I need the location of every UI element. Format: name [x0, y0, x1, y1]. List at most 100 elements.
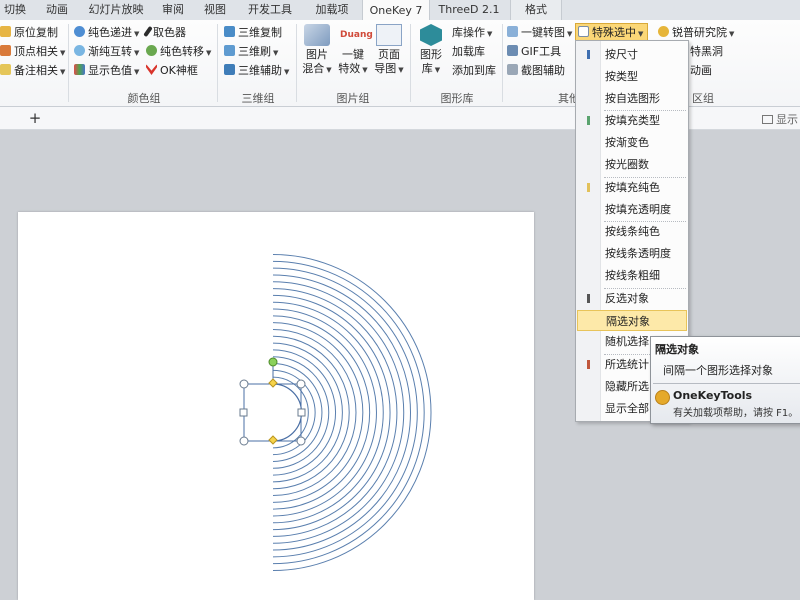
convert-to-image-button[interactable]: 一键转图 ▼ — [507, 24, 572, 42]
tab-onekey7[interactable]: OneKey 7 — [362, 0, 430, 21]
selected-arc[interactable] — [272, 383, 303, 442]
menu-item[interactable]: 按线条透明度 — [577, 243, 687, 264]
cube-icon — [224, 64, 235, 75]
image-group-label: 图片组 — [336, 92, 370, 105]
library-ops-button[interactable]: 库操作 ▼ — [452, 24, 492, 42]
menu-item[interactable]: 按尺寸 — [577, 44, 687, 65]
menu-item[interactable]: 按光圈数 — [577, 154, 687, 175]
gif-tool-label: GIF工具 — [521, 45, 562, 58]
animation-button[interactable]: 动画 — [690, 62, 712, 80]
group-divider — [68, 24, 69, 102]
menu-item-label: 按类型 — [605, 69, 638, 83]
menu-item[interactable]: 按线条纯色 — [577, 221, 687, 242]
animation-label: 动画 — [690, 64, 712, 77]
resize-handle-bl[interactable] — [239, 436, 249, 446]
resize-handle-br[interactable] — [296, 436, 306, 446]
show-color-value-button[interactable]: 显示色值 ▼ — [74, 62, 139, 80]
add-to-library-button[interactable]: 添加到库 — [452, 62, 496, 80]
tab-animations[interactable]: 动画 — [38, 0, 76, 20]
gif-icon — [507, 45, 518, 56]
color-picker-label: 取色器 — [153, 26, 186, 39]
gear-icon — [655, 390, 670, 405]
group-divider — [217, 24, 218, 102]
screenshot-icon — [507, 64, 518, 75]
menu-item[interactable]: 按填充透明度 — [577, 199, 687, 220]
tab-slideshow[interactable]: 幻灯片放映 — [84, 0, 148, 20]
3d-assist-button[interactable]: 三维辅助 ▼ — [224, 62, 289, 80]
menu-item-marker-icon — [587, 116, 590, 126]
tab-format[interactable]: 格式 — [510, 0, 562, 20]
image-blend-icon — [304, 24, 330, 46]
notes-label: 备注相关 — [14, 64, 58, 77]
resize-handle-right[interactable] — [297, 408, 306, 417]
load-library-button[interactable]: 加载库 — [452, 43, 485, 61]
menu-item[interactable]: 按线条粗细 — [577, 265, 687, 286]
adjust-handle-top[interactable] — [268, 378, 278, 388]
show-button[interactable]: 显示 — [762, 111, 798, 127]
screenshot-assist-button[interactable]: 截图辅助 — [507, 62, 565, 80]
ok-frame-button[interactable]: OK神框 — [146, 62, 198, 80]
resize-handle-left[interactable] — [239, 408, 248, 417]
resize-handle-tl[interactable] — [239, 379, 249, 389]
vertex-button[interactable]: 顶点相关 ▼ — [0, 43, 65, 61]
selection-box — [243, 383, 302, 442]
menu-item[interactable]: 按填充类型 — [577, 110, 687, 131]
menu-item[interactable]: 按类型 — [577, 66, 687, 87]
menu-item[interactable]: 按填充纯色 — [577, 177, 687, 198]
image-blend-label1: 图片 — [306, 48, 328, 61]
menu-item[interactable]: 隔选对象 — [577, 309, 687, 331]
3d-copy-button[interactable]: 三维复制 — [224, 24, 282, 42]
menu-item-label: 按线条纯色 — [605, 225, 660, 239]
group-divider — [410, 24, 411, 102]
ok-frame-icon — [146, 64, 157, 75]
ok-frame-label: OK神框 — [160, 64, 198, 77]
show-label: 显示 — [776, 113, 798, 126]
add-tab-button[interactable]: + — [26, 109, 44, 127]
show-color-value-label: 显示色值 — [88, 64, 132, 77]
adjust-handle-bottom[interactable] — [268, 435, 278, 445]
slide-canvas[interactable] — [18, 212, 534, 600]
copy-in-place-button[interactable]: 原位复制 — [0, 24, 58, 42]
menu-item-label: 按线条透明度 — [605, 247, 671, 261]
copy-icon — [0, 26, 11, 37]
tab-developer[interactable]: 开发工具 — [240, 0, 300, 20]
menu-item-label: 隐藏所选 — [605, 380, 649, 393]
menu-item[interactable]: 反选对象 — [577, 288, 687, 309]
menu-item-label: 反选对象 — [605, 291, 649, 305]
3d-brush-button[interactable]: 三维刷 ▼ — [224, 43, 278, 61]
tooltip-help: 有关加载项帮助，请按 F1。 — [673, 408, 799, 419]
menu-item[interactable]: 按渐变色 — [577, 132, 687, 153]
color-gradient-button[interactable]: 纯色递进 ▼ — [74, 24, 139, 42]
notes-button[interactable]: 备注相关 ▼ — [0, 62, 65, 80]
image-icon — [507, 26, 518, 37]
tab-transitions[interactable]: 切换 — [0, 0, 30, 20]
menu-item-marker-icon — [587, 360, 590, 370]
arc-ring — [272, 294, 391, 531]
gradient-convert-button[interactable]: 渐纯互转 ▼ — [74, 43, 139, 61]
page-map-label2: 导图 — [374, 62, 397, 75]
threed-group-label: 三维组 — [241, 92, 275, 105]
arc-ring — [272, 328, 357, 497]
blackhole-button[interactable]: 特黑洞 — [690, 43, 723, 61]
library-ops-label: 库操作 — [452, 26, 485, 39]
page-map-button[interactable]: 页面 导图 ▼ — [372, 24, 406, 77]
shape-library-button[interactable]: 图形 库 ▼ — [414, 24, 448, 77]
right-group-label: 区组 — [692, 92, 714, 105]
shape-library-label1: 图形 — [420, 48, 442, 61]
gif-tool-button[interactable]: GIF工具 — [507, 43, 561, 61]
one-click-effect-button[interactable]: Duang 一键 特效 ▼ — [336, 24, 373, 77]
rotation-handle[interactable] — [268, 357, 278, 367]
tab-view[interactable]: 视图 — [198, 0, 232, 20]
vertex-label: 顶点相关 — [14, 45, 58, 58]
menu-item-label: 隔选对象 — [606, 314, 650, 328]
tab-addins[interactable]: 加载项 — [308, 0, 356, 20]
color-picker-button[interactable]: 取色器 — [143, 24, 186, 42]
image-blend-button[interactable]: 图片 混合 ▼ — [300, 24, 334, 77]
resize-handle-tr[interactable] — [296, 379, 306, 389]
color-transfer-button[interactable]: 纯色转移 ▼ — [146, 43, 211, 61]
menu-item[interactable]: 按自选图形 — [577, 88, 687, 109]
arc-ring — [272, 254, 432, 571]
tab-review[interactable]: 审阅 — [156, 0, 190, 20]
tab-threed[interactable]: ThreeD 2.1 — [434, 0, 504, 20]
arc-ring — [272, 308, 377, 517]
